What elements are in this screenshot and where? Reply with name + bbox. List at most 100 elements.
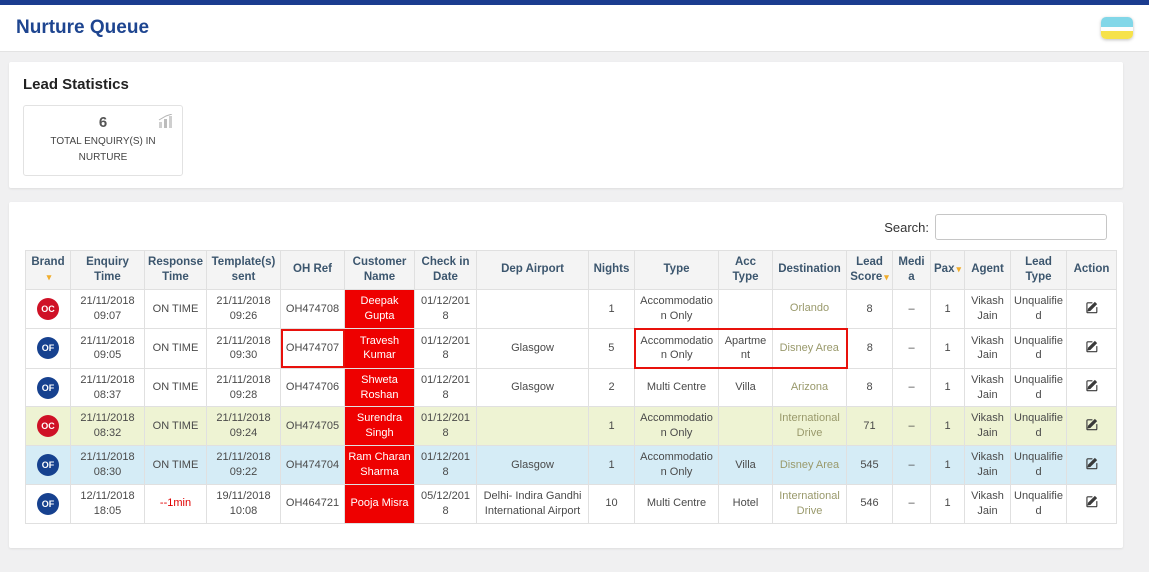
column-header-brand[interactable]: Brand▾ (26, 251, 71, 290)
edit-action-icon[interactable] (1085, 494, 1099, 513)
cell-oh-ref: OH474707 (281, 329, 345, 369)
column-header-label: Agent (971, 263, 1004, 275)
column-header-acc_type[interactable]: Acc Type (719, 251, 773, 290)
column-header-check_in[interactable]: Check in Date (415, 251, 477, 290)
cell-action (1067, 407, 1117, 446)
cell-oh-ref: OH474705 (281, 407, 345, 446)
brand-badge: OC (37, 415, 59, 437)
table-body: OC21/11/2018 09:07ON TIME21/11/2018 09:2… (26, 289, 1117, 523)
cell-dep-airport: Delhi- Indira Gandhi International Airpo… (477, 484, 589, 523)
column-header-destination[interactable]: Destination (773, 251, 847, 290)
table-head: Brand▾ Enquiry Time Response TimeTemplate(… (26, 251, 1117, 290)
search-row: Search: (25, 214, 1107, 240)
cell-destination: International Drive (773, 484, 847, 523)
column-header-oh_ref[interactable]: OH Ref (281, 251, 345, 290)
stat-count: 6 (99, 114, 107, 131)
column-header-lead_score[interactable]: Lead Score▾ (847, 251, 893, 290)
cell-customer-name: Shweta Roshan (345, 368, 415, 407)
cell-destination: Arizona (773, 368, 847, 407)
cell-dep-airport (477, 289, 589, 328)
edit-action-icon[interactable] (1085, 300, 1099, 319)
cell-acc-type: Apartment (719, 329, 773, 369)
table-row: OF21/11/2018 09:05ON TIME21/11/2018 09:3… (26, 329, 1117, 369)
sort-caret-icon: ▾ (956, 264, 961, 274)
column-header-lead_type[interactable]: Lead Type (1011, 251, 1067, 290)
edit-action-icon[interactable] (1085, 378, 1099, 397)
cell-customer-name: Travesh Kumar (345, 329, 415, 369)
total-enquiries-stat-box[interactable]: 6 TOTAL ENQUIRY(S) IN NURTURE (23, 105, 183, 176)
cell-response-time: --1min (145, 484, 207, 523)
column-header-agent[interactable]: Agent (965, 251, 1011, 290)
cell-media: – (893, 407, 931, 446)
cell-enquiry-time: 21/11/2018 08:30 (71, 446, 145, 485)
cell-brand: OF (26, 446, 71, 485)
cell-nights: 1 (589, 446, 635, 485)
column-header-pax[interactable]: Pax▾ (931, 251, 965, 290)
cell-pax: 1 (931, 446, 965, 485)
cell-nights: 1 (589, 407, 635, 446)
edit-action-icon[interactable] (1085, 417, 1099, 436)
cell-acc-type: Hotel (719, 484, 773, 523)
column-header-label: Type (664, 263, 690, 275)
nurture-queue-table-card: Search: Brand▾Enquiry TimeResponse TimeT… (9, 202, 1123, 548)
column-header-label: Enquiry Time (86, 256, 129, 283)
cell-enquiry-time: 21/11/2018 08:32 (71, 407, 145, 446)
cell-response-time: ON TIME (145, 329, 207, 369)
column-header-media[interactable]: Media (893, 251, 931, 290)
column-header-action[interactable]: Action (1067, 251, 1117, 290)
column-header-response_time[interactable]: Response Time (145, 251, 207, 290)
column-header-label: Pax (934, 263, 954, 275)
column-header-type[interactable]: Type (635, 251, 719, 290)
cell-pax: 1 (931, 407, 965, 446)
cell-brand: OF (26, 484, 71, 523)
brand-badge: OF (37, 454, 59, 476)
cell-destination: International Drive (773, 407, 847, 446)
cell-acc-type: Villa (719, 368, 773, 407)
cell-agent: Vikash Jain (965, 446, 1011, 485)
sort-caret-icon: ▾ (47, 272, 52, 282)
cell-enquiry-time: 21/11/2018 09:05 (71, 329, 145, 369)
cell-template-sent: 19/11/2018 10:08 (207, 484, 281, 523)
column-header-customer_name[interactable]: Customer Name (345, 251, 415, 290)
column-header-nights[interactable]: Nights (589, 251, 635, 290)
lead-statistics-card: Lead Statistics 6 TOTAL ENQUIRY(S) IN NU… (9, 62, 1123, 188)
cell-brand: OC (26, 407, 71, 446)
cell-response-time: ON TIME (145, 289, 207, 328)
column-header-label: Acc Type (733, 256, 759, 283)
cell-template-sent: 21/11/2018 09:30 (207, 329, 281, 369)
cell-action (1067, 368, 1117, 407)
cell-nights: 10 (589, 484, 635, 523)
edit-action-icon[interactable] (1085, 339, 1099, 358)
cell-template-sent: 21/11/2018 09:24 (207, 407, 281, 446)
cell-lead-type: Unqualified (1011, 484, 1067, 523)
column-header-dep_airport[interactable]: Dep Airport (477, 251, 589, 290)
column-header-template_sent[interactable]: Template(s) sent (207, 251, 281, 290)
cell-destination: Disney Area (773, 446, 847, 485)
search-input[interactable] (935, 214, 1107, 240)
cell-agent: Vikash Jain (965, 368, 1011, 407)
cell-dep-airport: Glasgow (477, 329, 589, 369)
chat-widget-icon[interactable] (1101, 17, 1133, 39)
column-header-label: Nights (594, 263, 630, 275)
cell-enquiry-time: 12/11/2018 18:05 (71, 484, 145, 523)
column-header-label: Media (898, 256, 924, 283)
cell-dep-airport: Glasgow (477, 446, 589, 485)
table-row: OF21/11/2018 08:37ON TIME21/11/2018 09:2… (26, 368, 1117, 407)
cell-destination: Disney Area (773, 329, 847, 369)
cell-type: Multi Centre (635, 484, 719, 523)
cell-action (1067, 289, 1117, 328)
cell-enquiry-time: 21/11/2018 09:07 (71, 289, 145, 328)
cell-enquiry-time: 21/11/2018 08:37 (71, 368, 145, 407)
page-content: Lead Statistics 6 TOTAL ENQUIRY(S) IN NU… (0, 52, 1149, 572)
cell-action (1067, 446, 1117, 485)
cell-lead-score: 8 (847, 368, 893, 407)
cell-lead-score: 545 (847, 446, 893, 485)
cell-media: – (893, 484, 931, 523)
cell-acc-type (719, 289, 773, 328)
edit-action-icon[interactable] (1085, 456, 1099, 475)
cell-check-in-date: 01/12/2018 (415, 329, 477, 369)
nurture-queue-table: Brand▾ Enquiry Time Response TimeTemplate(… (25, 250, 1117, 524)
cell-check-in-date: 01/12/2018 (415, 368, 477, 407)
lead-statistics-title: Lead Statistics (23, 76, 1109, 93)
column-header-enquiry_time[interactable]: Enquiry Time (71, 251, 145, 290)
